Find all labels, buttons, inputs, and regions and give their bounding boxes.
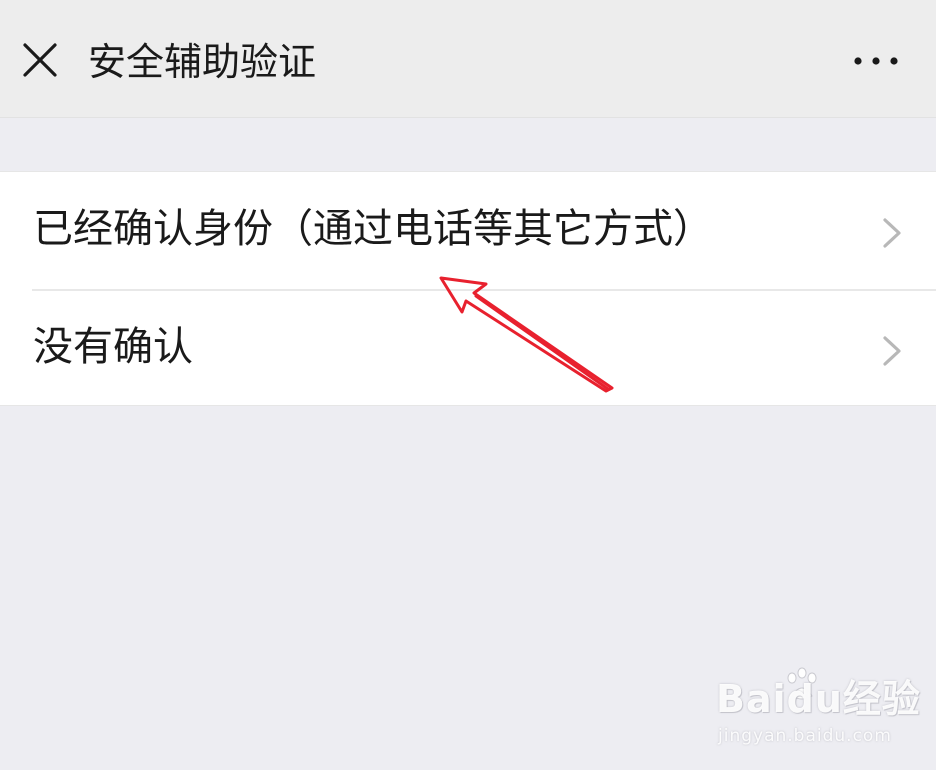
verification-options-list: 已经确认身份（通过电话等其它方式） 没有确认 bbox=[0, 171, 936, 406]
watermark-url: jingyan.baidu.com bbox=[718, 726, 892, 746]
chevron-right-icon bbox=[883, 218, 901, 248]
more-options-button[interactable] bbox=[848, 46, 904, 76]
more-icon bbox=[854, 57, 898, 65]
page-title: 安全辅助验证 bbox=[88, 40, 317, 84]
baidu-jingyan-watermark: Baidu经验 jingyan.baidu.com bbox=[716, 664, 920, 754]
chevron-right-icon bbox=[883, 336, 901, 366]
option-identity-confirmed[interactable]: 已经确认身份（通过电话等其它方式） bbox=[0, 172, 936, 289]
option-label: 没有确认 bbox=[33, 324, 193, 370]
watermark-brand: Baidu经验 bbox=[716, 677, 921, 721]
option-not-confirmed[interactable]: 没有确认 bbox=[0, 290, 936, 407]
close-icon bbox=[23, 43, 57, 77]
option-label: 已经确认身份（通过电话等其它方式） bbox=[33, 206, 713, 252]
close-button[interactable] bbox=[22, 42, 58, 78]
top-bar: 安全辅助验证 bbox=[0, 0, 936, 118]
